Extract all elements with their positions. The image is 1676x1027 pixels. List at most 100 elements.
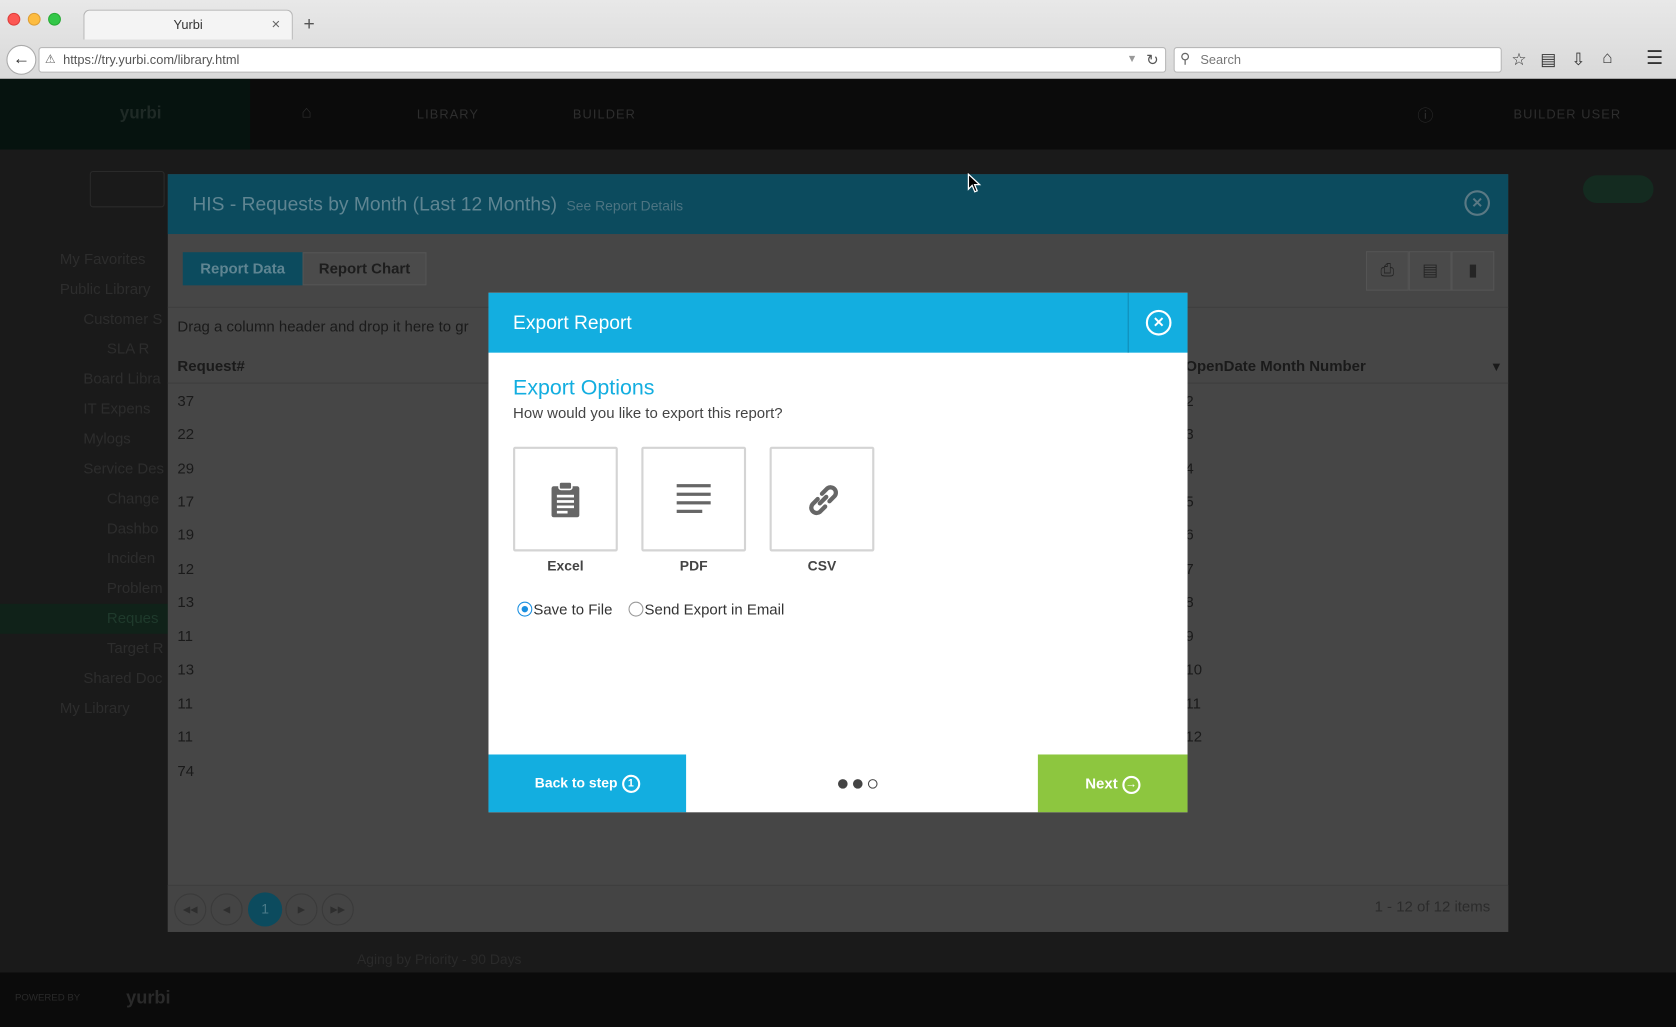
report-close-icon[interactable]: ✕ (1464, 190, 1491, 216)
back-to-step-button[interactable]: Back to step 1 (488, 754, 687, 813)
new-tab-icon[interactable]: + (304, 13, 315, 35)
column-header-request[interactable]: Request# (177, 357, 244, 374)
library-home-button[interactable] (89, 170, 165, 208)
chart-icon[interactable]: ▮ (1451, 251, 1495, 291)
minimize-window-icon[interactable] (27, 12, 41, 26)
send-email-label[interactable]: Send Export in Email (645, 601, 785, 618)
prev-page-icon[interactable]: ◀ (210, 893, 243, 926)
tree-item[interactable]: SLA R (107, 340, 149, 357)
table-cell: 11 (1185, 694, 1201, 712)
tree-item[interactable]: IT Expens (83, 400, 150, 417)
tree-item[interactable]: Public Library (60, 280, 151, 297)
tree-item[interactable]: Dashbo (107, 519, 159, 536)
tree-item[interactable]: Problem (107, 579, 163, 596)
table-cell: 11 (177, 627, 193, 645)
table-cell: 37 (177, 392, 195, 410)
tab-close-icon[interactable]: × (271, 15, 280, 32)
tree-item[interactable]: Board Libra (83, 370, 160, 387)
modal-title: Export Report (513, 312, 632, 334)
close-window-icon[interactable] (7, 12, 21, 26)
tab-title: Yurbi (173, 17, 203, 33)
help-icon[interactable]: ⓘ (1417, 104, 1434, 126)
first-page-icon[interactable]: ◀◀ (174, 893, 207, 926)
send-email-radio[interactable] (628, 601, 644, 617)
app-action-button[interactable] (1583, 175, 1654, 204)
tab-report-chart[interactable]: Report Chart (302, 252, 427, 286)
url-bar[interactable]: ⚠ https://try.yurbi.com/library.html ▼ ↻ (38, 47, 1167, 73)
table-cell: 13 (177, 660, 195, 678)
table-cell: 12 (177, 559, 195, 578)
table-cell: 74 (177, 761, 195, 780)
nav-library[interactable]: LIBRARY (417, 107, 479, 122)
table-cell: 11 (177, 727, 193, 745)
print-icon[interactable]: ⎙ (1366, 251, 1409, 291)
search-icon: ⚲ (1180, 50, 1191, 67)
nav-builder[interactable]: BUILDER (573, 107, 636, 122)
back-arrow-icon[interactable]: ← (6, 44, 37, 75)
filter-icon[interactable]: ▼ (1490, 359, 1503, 374)
export-csv-button[interactable] (769, 446, 875, 552)
next-button[interactable]: Next → (1037, 754, 1188, 813)
table-cell: 12 (1185, 727, 1203, 745)
back-button-label: Back to step (534, 774, 618, 791)
export-modal (488, 292, 1188, 813)
tree-item[interactable]: Mylogs (83, 430, 130, 447)
export-options-title: Export Options (513, 376, 655, 400)
download-icon[interactable]: ⇩ (1571, 49, 1585, 70)
tree-item[interactable]: Service Des (83, 460, 164, 477)
item-count: 1 - 12 of 12 items (1374, 897, 1491, 915)
export-excel-label: Excel (547, 557, 584, 574)
user-menu[interactable]: BUILDER USER (1514, 107, 1622, 122)
table-cell: 22 (177, 425, 195, 443)
dropdown-icon[interactable]: ▼ (1127, 48, 1138, 72)
tree-item[interactable]: Target R (107, 639, 164, 656)
browser-search-input[interactable]: ⚲ Search (1173, 47, 1502, 73)
clipboard-icon (551, 481, 580, 518)
home-icon[interactable]: ⌂ (1602, 49, 1612, 68)
export-pdf-button[interactable] (641, 446, 747, 552)
table-cell: 17 (177, 492, 195, 510)
export-icon[interactable]: ▤ (1408, 251, 1452, 291)
tree-item[interactable]: My Favorites (60, 250, 146, 267)
table-cell: 11 (177, 694, 193, 712)
modal-close-icon[interactable]: ✕ (1145, 309, 1172, 336)
divider (1127, 292, 1129, 353)
maximize-window-icon[interactable] (48, 12, 61, 26)
last-page-icon[interactable]: ▶▶ (321, 893, 354, 926)
tree-item[interactable]: Shared Doc (83, 669, 162, 686)
link-icon (809, 485, 838, 516)
next-page-icon[interactable]: ▶ (285, 893, 318, 926)
tree-item[interactable]: Customer S (83, 310, 162, 327)
table-cell: 19 (177, 525, 195, 543)
tree-item[interactable]: Reques (107, 609, 159, 626)
table-cell: 29 (177, 459, 195, 477)
export-excel-button[interactable] (513, 446, 618, 552)
search-placeholder: Search (1200, 52, 1242, 68)
bookmark-star-icon[interactable]: ☆ (1511, 49, 1526, 70)
tree-item[interactable]: My Library (60, 699, 130, 716)
save-to-file-radio[interactable] (517, 601, 533, 617)
arrow-right-circle-icon: → (1121, 775, 1141, 794)
tab-report-data[interactable]: Report Data (182, 252, 303, 286)
menu-icon[interactable]: ☰ (1646, 47, 1663, 69)
current-page-button[interactable]: 1 (247, 892, 283, 927)
column-header-month[interactable]: OpenDate Month Number (1185, 357, 1365, 374)
tree-item[interactable]: Inciden (107, 549, 155, 566)
reload-icon[interactable]: ↻ (1146, 48, 1159, 72)
app-logo[interactable]: yurbi (120, 105, 162, 124)
powered-by-text: POWERED BY (14, 991, 81, 1003)
library-list-row[interactable]: Aging by Priority - 90 Days (357, 951, 522, 967)
url-text: https://try.yurbi.com/library.html (63, 52, 240, 68)
report-details-link[interactable]: See Report Details (567, 198, 684, 214)
report-title: HIS - Requests by Month (Last 12 Months) (192, 193, 558, 215)
document-lines-icon (676, 484, 711, 513)
reading-list-icon[interactable]: ▤ (1540, 49, 1556, 70)
table-cell: 13 (177, 593, 195, 611)
warning-icon: ⚠ (44, 53, 56, 67)
browser-tab[interactable]: Yurbi (83, 9, 293, 40)
mouse-cursor-icon (967, 173, 982, 193)
nav-home-icon[interactable]: ⌂ (301, 104, 312, 123)
save-to-file-label[interactable]: Save to File (533, 601, 612, 618)
tree-item[interactable]: Change (107, 489, 159, 506)
table-cell: 10 (1185, 660, 1203, 678)
